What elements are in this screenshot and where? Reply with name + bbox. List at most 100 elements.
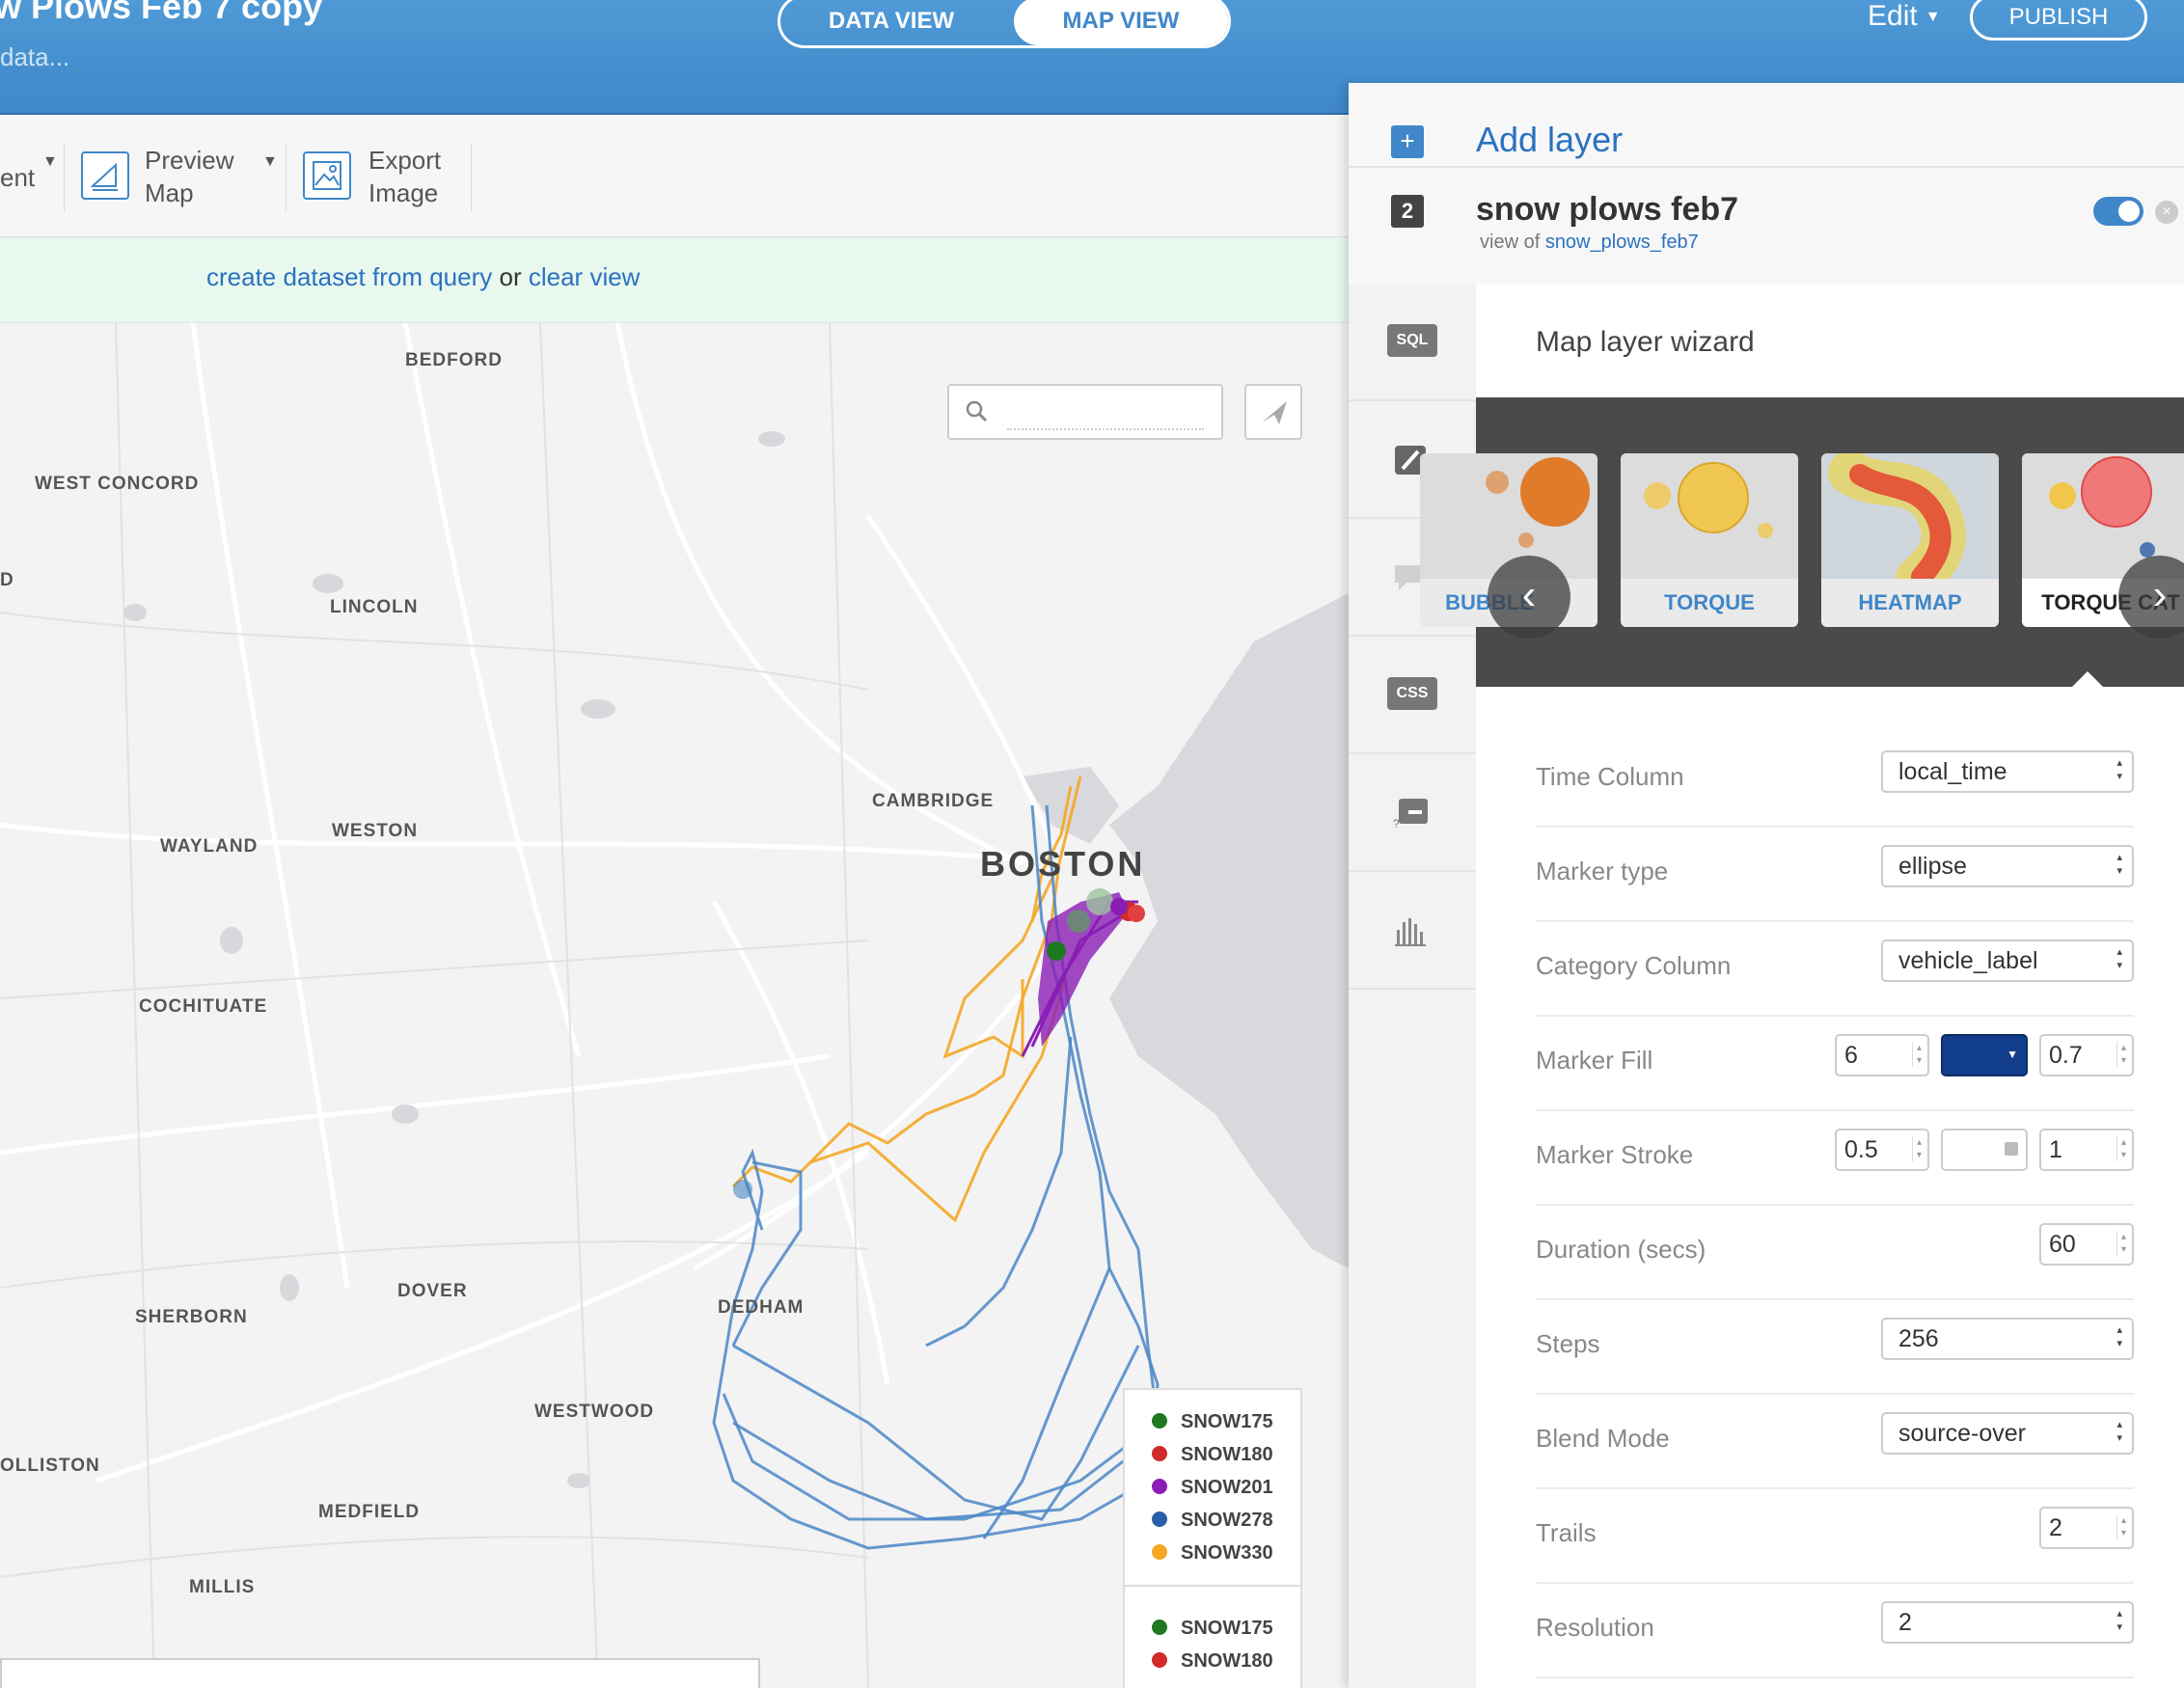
place-label: WAYLAND	[160, 836, 259, 857]
view-of-label: view of	[1480, 231, 1541, 253]
close-icon[interactable]: ×	[2155, 201, 2178, 224]
navigation-arrow-icon	[1262, 401, 1287, 424]
legend-swatch	[1152, 1413, 1167, 1429]
tool-sql[interactable]: SQL	[1349, 284, 1476, 401]
resolution-label: Resolution	[1536, 1613, 1654, 1642]
category-column-select[interactable]: vehicle_label	[1881, 939, 2134, 982]
form-row-marker-stroke: Marker Stroke 0.5 1	[1536, 1109, 2134, 1206]
source-table-link[interactable]: snow_plows_feb7	[1545, 231, 1699, 253]
tool-css[interactable]: CSS	[1349, 637, 1476, 754]
map-subtitle: data...	[0, 42, 70, 71]
place-label: WESTON	[332, 821, 419, 841]
place-label: CAMBRIDGE	[872, 791, 995, 811]
legend-item: SNOW180	[1152, 1650, 1273, 1673]
legend-item: SNOW278	[1152, 1510, 1273, 1532]
place-label: SHERBORN	[135, 1307, 248, 1327]
legend-divider	[1125, 1585, 1300, 1587]
map-title[interactable]: w Plows Feb 7 copy	[0, 0, 322, 27]
tab-map-view[interactable]: MAP VIEW	[1014, 0, 1228, 45]
layer-name[interactable]: snow plows feb7	[1476, 191, 1738, 229]
add-layer-button[interactable]: Add layer	[1476, 120, 1623, 160]
css-icon: CSS	[1387, 677, 1437, 710]
legend-label: SNOW201	[1181, 1477, 1273, 1498]
search-icon	[966, 400, 988, 422]
place-label: BEDFORD	[405, 350, 503, 370]
viz-card-torque[interactable]: TORQUE	[1621, 453, 1798, 627]
marker-stroke-width-stepper[interactable]: 0.5	[1835, 1129, 1929, 1171]
map-canvas[interactable]: BEDFORD WEST CONCORD D LINCOLN CAMBRIDGE…	[0, 323, 1349, 1688]
caret-down-icon[interactable]: ▼	[262, 153, 278, 171]
marker-fill-color-picker[interactable]: ▼	[1941, 1034, 2028, 1076]
toolbar-partial-item[interactable]: ent	[0, 161, 35, 194]
caret-down-icon: ▼	[2007, 1048, 2018, 1061]
legend-label: SNOW180	[1181, 1444, 1273, 1465]
legend-label: SNOW175	[1181, 1411, 1273, 1432]
export-image-button[interactable]: Export Image	[369, 144, 441, 209]
trails-stepper[interactable]: 2	[2039, 1507, 2134, 1549]
legend-item: SNOW330	[1152, 1542, 1273, 1565]
tab-data-view[interactable]: DATA VIEW	[780, 0, 1002, 45]
place-label: WESTWOOD	[534, 1402, 655, 1422]
place-label: MILLIS	[189, 1577, 256, 1597]
time-column-select[interactable]: local_time	[1881, 750, 2134, 793]
legend-item: SNOW175	[1152, 1618, 1273, 1640]
selected-pointer	[2072, 671, 2103, 687]
tool-filters[interactable]	[1349, 872, 1476, 990]
city-label: BOSTON	[980, 844, 1146, 884]
form-row-steps: Steps 256	[1536, 1298, 2134, 1395]
locate-button[interactable]	[1244, 384, 1302, 440]
search-input[interactable]	[1007, 397, 1204, 430]
torque-timeline[interactable]	[0, 1658, 760, 1688]
blend-mode-label: Blend Mode	[1536, 1424, 1670, 1453]
place-label: COCHITUATE	[139, 996, 268, 1017]
preview-map-button[interactable]: Preview Map	[145, 144, 233, 209]
clear-view-link[interactable]: clear view	[529, 262, 641, 291]
viz-card-heatmap[interactable]: HEATMAP	[1821, 453, 1999, 627]
blend-mode-select[interactable]: source-over	[1881, 1412, 2134, 1455]
legend-swatch	[1152, 1620, 1167, 1636]
viz-card-label: TORQUE	[1621, 579, 1798, 627]
marker-type-label: Marker type	[1536, 857, 1669, 885]
form-row-trails: Trails 2	[1536, 1487, 2134, 1584]
publish-button[interactable]: PUBLISH	[1970, 0, 2147, 41]
marker-fill-opacity-stepper[interactable]: 0.7	[2039, 1034, 2134, 1076]
resolution-select[interactable]: 2	[1881, 1601, 2134, 1644]
legend-label: SNOW175	[1181, 1618, 1273, 1639]
legend-label: SNOW278	[1181, 1510, 1273, 1531]
sql-icon: SQL	[1387, 324, 1437, 357]
time-column-label: Time Column	[1536, 762, 1684, 791]
trails-label: Trails	[1536, 1518, 1597, 1547]
image-icon[interactable]	[303, 151, 351, 200]
layer-visibility-toggle[interactable]	[2093, 197, 2143, 226]
toolbar-separator	[64, 144, 65, 211]
create-dataset-link[interactable]: create dataset from query	[206, 262, 492, 291]
legend-swatch	[1152, 1446, 1167, 1462]
wizard-title: Map layer wizard	[1536, 326, 1755, 358]
duration-stepper[interactable]: 60	[2039, 1223, 2134, 1266]
duration-label: Duration (secs)	[1536, 1235, 1706, 1264]
export-line2: Image	[369, 178, 439, 207]
marker-stroke-opacity-stepper[interactable]: 1	[2039, 1129, 2134, 1171]
preview-map-icon[interactable]	[81, 151, 129, 200]
form-row-resolution: Resolution 2	[1536, 1582, 2134, 1678]
layer-source: view of snow_plows_feb7	[1480, 231, 1699, 254]
marker-fill-size-stepper[interactable]: 6	[1835, 1034, 1929, 1076]
chevron-left-icon[interactable]: ‹	[1488, 556, 1570, 639]
plus-icon[interactable]: +	[1391, 125, 1424, 158]
place-label: D	[0, 570, 14, 590]
edit-menu[interactable]: Edit ▼	[1868, 0, 1941, 33]
legend-item: SNOW201	[1152, 1477, 1273, 1499]
form-row-category-column: Category Column vehicle_label	[1536, 920, 2134, 1017]
legend-swatch	[1152, 1544, 1167, 1561]
marker-stroke-color-picker[interactable]	[1941, 1129, 2028, 1171]
viz-type-carousel: BUBBLE TORQUE HEATMAP TORQUE CAT ‹	[1420, 397, 2184, 687]
marker-type-select[interactable]: ellipse	[1881, 845, 2134, 887]
steps-select[interactable]: 256	[1881, 1318, 2134, 1360]
edit-menu-label: Edit	[1868, 0, 1918, 32]
caret-down-icon[interactable]: ▼	[42, 153, 58, 171]
place-label: DEDHAM	[718, 1297, 805, 1318]
toolbar-separator	[471, 144, 472, 211]
svg-text:?: ?	[1393, 817, 1400, 830]
tool-legend[interactable]: ?	[1349, 754, 1476, 872]
map-layer-wizard: Map layer wizard BUBBLE TORQUE HEATMAP	[1420, 284, 2184, 1688]
